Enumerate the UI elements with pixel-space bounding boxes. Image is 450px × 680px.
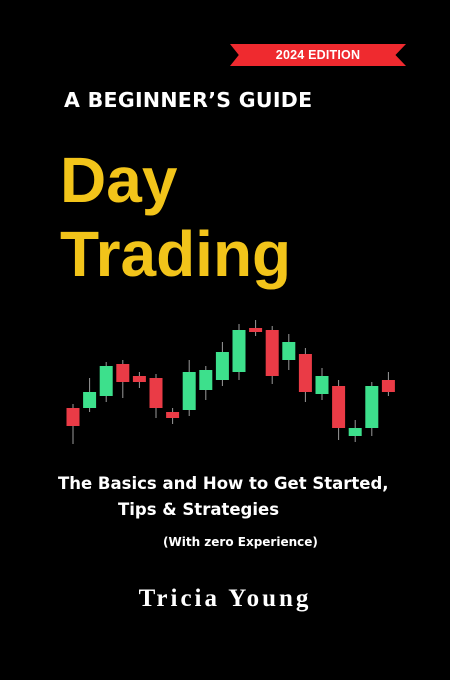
tagline-line-1: The Basics and How to Get Started, — [58, 474, 389, 493]
tagline-line-3: (With zero Experience) — [163, 535, 318, 549]
bullish-candle — [315, 376, 329, 394]
bearish-candle — [249, 328, 263, 332]
bearish-candle — [116, 364, 130, 382]
bearish-candle — [381, 380, 395, 392]
bearish-candle — [265, 330, 279, 376]
bullish-candle — [182, 372, 196, 410]
bearish-candle — [166, 412, 180, 418]
bearish-candle — [66, 408, 80, 426]
bearish-candle — [332, 386, 346, 428]
bullish-candle — [99, 366, 113, 396]
author-name: Tricia Young — [138, 585, 312, 612]
bearish-candle — [132, 376, 146, 382]
bullish-candle — [215, 352, 229, 380]
bullish-candle — [199, 370, 213, 390]
bullish-candle — [232, 330, 246, 372]
bullish-candle — [365, 386, 379, 428]
book-cover: 2024 EDITION A BEGINNER’S GUIDE Day Trad… — [0, 0, 450, 680]
candlestick-illustration — [66, 320, 395, 444]
bullish-candle — [348, 428, 362, 436]
tagline-line-2: Tips & Strategies — [118, 500, 280, 519]
bullish-candle — [282, 342, 296, 360]
bearish-candle — [149, 378, 163, 408]
bearish-candle — [298, 354, 312, 392]
bullish-candle — [83, 392, 97, 408]
